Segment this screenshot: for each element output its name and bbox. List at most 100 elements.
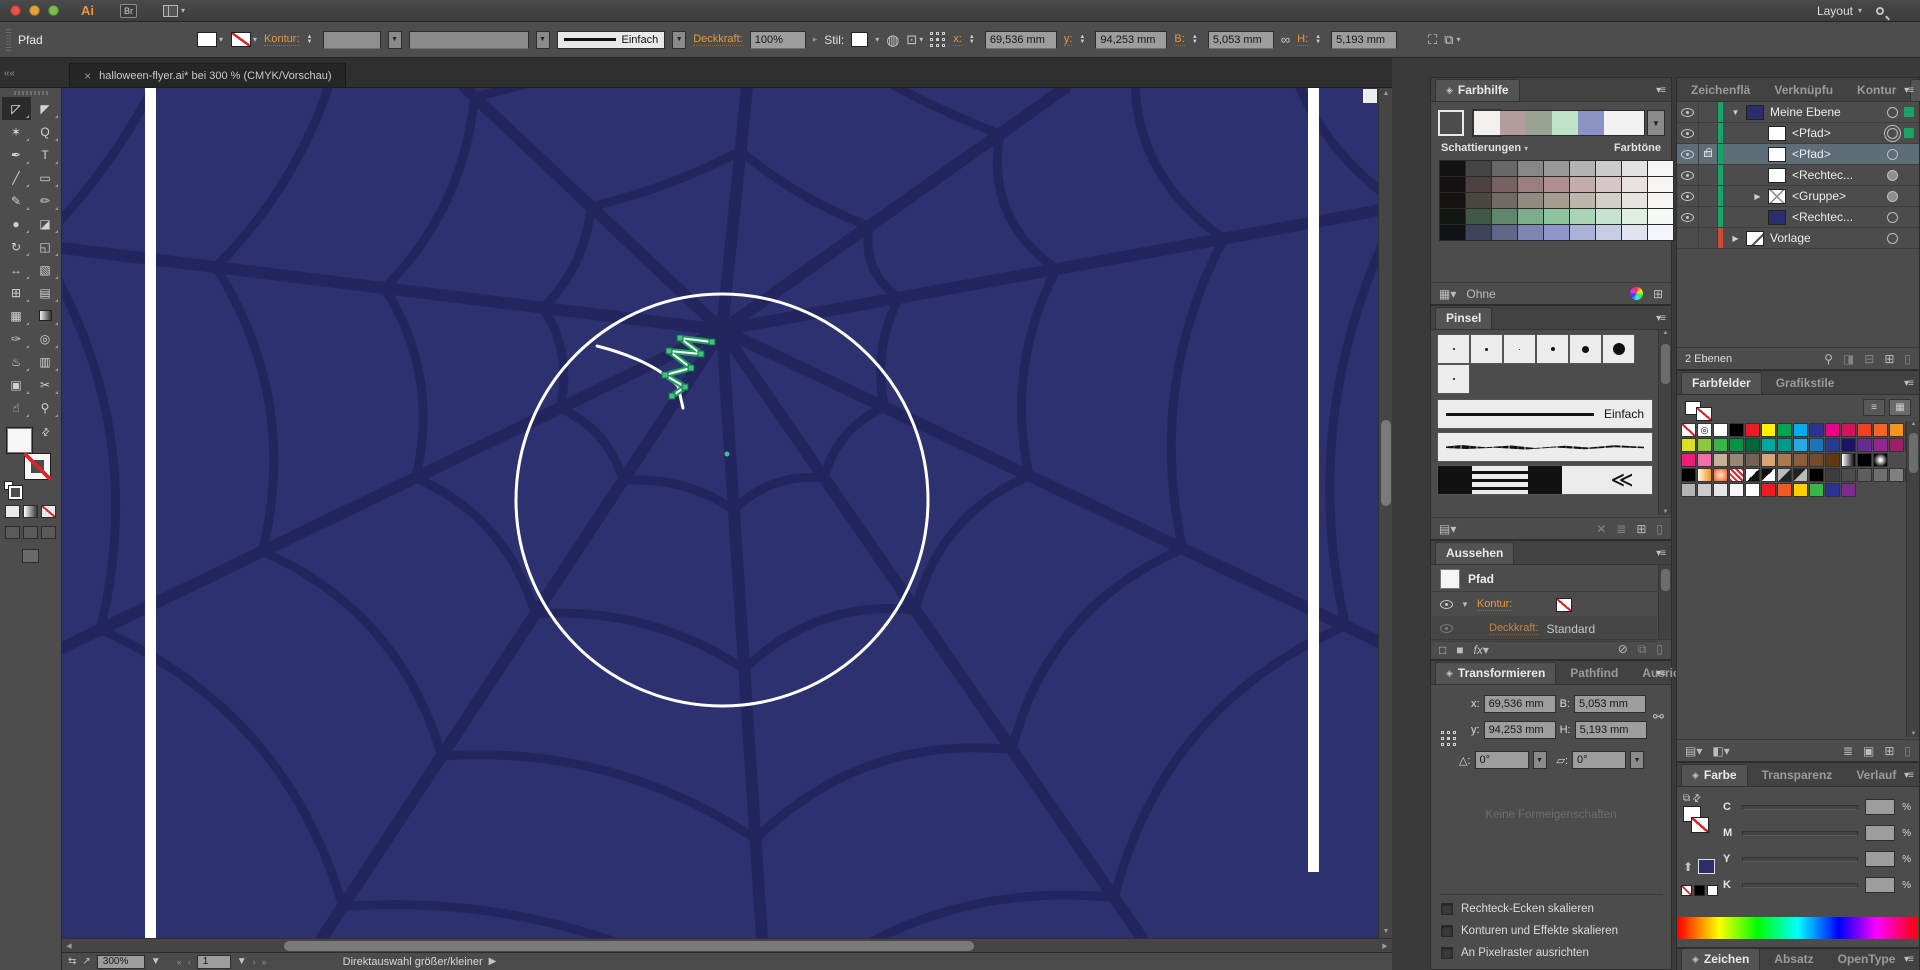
swatch[interactable] xyxy=(1681,438,1696,452)
width-profile-caret[interactable]: ▼ xyxy=(536,31,550,49)
x-field[interactable]: 69,536 mm xyxy=(985,31,1057,49)
none-mode-button[interactable] xyxy=(41,505,56,518)
swatch-libraries-icon[interactable]: ▤▾ xyxy=(1685,744,1702,758)
variation-swatch[interactable] xyxy=(1518,193,1543,208)
draw-normal-button[interactable] xyxy=(5,526,20,539)
target-icon[interactable] xyxy=(1887,149,1898,160)
swatch[interactable] xyxy=(1873,453,1888,467)
variation-swatch[interactable] xyxy=(1622,209,1647,224)
swatch[interactable] xyxy=(1729,453,1744,467)
visibility-toggle[interactable] xyxy=(1677,165,1699,185)
tab-pathfinder[interactable]: Pathfind xyxy=(1560,663,1628,684)
swatch[interactable] xyxy=(1713,453,1728,467)
layer-row[interactable]: ▶<Gruppe> xyxy=(1677,186,1919,207)
calligraphic-brush[interactable] xyxy=(1569,334,1602,364)
layer-name[interactable]: <Rechtec... xyxy=(1792,168,1887,182)
variation-swatch[interactable] xyxy=(1570,193,1595,208)
calligraphic-brush[interactable] xyxy=(1437,334,1470,364)
lock-toggle[interactable] xyxy=(1699,228,1718,248)
stroke-link[interactable]: Kontur: xyxy=(264,33,299,46)
layer-row[interactable]: <Pfad> xyxy=(1677,123,1919,144)
swatch[interactable] xyxy=(1777,438,1792,452)
variation-swatch[interactable] xyxy=(1544,209,1569,224)
swatch[interactable] xyxy=(1745,483,1760,497)
swatch[interactable] xyxy=(1713,423,1728,437)
gradient-tool[interactable] xyxy=(31,304,60,327)
make-clipping-mask-icon[interactable]: ◨ xyxy=(1843,352,1854,366)
stroke-weight-dropdown[interactable]: ▼ xyxy=(388,31,402,49)
rotate-tool[interactable]: ↻ xyxy=(2,235,31,258)
brush-libraries-icon[interactable]: ▤▾ xyxy=(1439,522,1456,536)
visibility-toggle[interactable] xyxy=(1677,144,1699,164)
current-color-swatch[interactable] xyxy=(1698,859,1715,874)
black-swatch[interactable] xyxy=(1694,885,1705,896)
limit-colors-icon[interactable]: ▦▾ xyxy=(1439,287,1456,301)
lock-toggle[interactable] xyxy=(1699,123,1718,143)
height-field[interactable]: 5,193 mm xyxy=(1331,31,1397,49)
visibility-toggle[interactable] xyxy=(1677,123,1699,143)
layer-row[interactable]: <Rechtec... xyxy=(1677,207,1919,228)
swatch[interactable] xyxy=(1745,423,1760,437)
lock-toggle[interactable] xyxy=(1699,102,1718,122)
delete-layer-icon[interactable]: ▯ xyxy=(1904,352,1911,366)
swatch[interactable] xyxy=(1825,438,1840,452)
checkbox-row[interactable]: Rechteck-Ecken skalieren xyxy=(1441,903,1594,915)
variation-swatch[interactable] xyxy=(1544,225,1569,240)
y-field[interactable]: 94,253 mm xyxy=(1095,31,1167,49)
duplicate-item-icon[interactable]: ⧉ xyxy=(1638,642,1647,657)
layer-row[interactable]: <Rechtec... xyxy=(1677,165,1919,186)
visibility-eye-icon[interactable] xyxy=(1440,624,1453,633)
new-brush-icon[interactable]: ⊞ xyxy=(1636,522,1646,536)
variation-swatch[interactable] xyxy=(1492,225,1517,240)
brush-options-icon[interactable]: ≣ xyxy=(1616,522,1626,536)
artboard-number-field[interactable]: 1 xyxy=(197,955,231,969)
variation-swatch[interactable] xyxy=(1466,177,1491,192)
harmony-color[interactable] xyxy=(1500,111,1526,135)
brush-charcoal[interactable] xyxy=(1437,432,1653,462)
width-profile-dropdown[interactable] xyxy=(409,31,529,49)
column-graph-tool[interactable]: ▥ xyxy=(31,350,60,373)
swatch[interactable] xyxy=(1713,438,1728,452)
swatch[interactable] xyxy=(1889,438,1904,452)
opacity-caret[interactable]: ▸ xyxy=(813,34,818,45)
zoom-tool[interactable]: ⚲ xyxy=(31,396,60,419)
selection-tool[interactable]: ◤ xyxy=(31,97,60,120)
window-zoom-button[interactable] xyxy=(48,5,59,16)
layer-name[interactable]: Meine Ebene xyxy=(1770,105,1887,119)
horizontal-scrollbar[interactable]: ◀ ▶ xyxy=(62,938,1392,952)
rectangle-tool[interactable]: ▭ xyxy=(31,166,60,189)
calligraphic-brush[interactable] xyxy=(1536,334,1569,364)
stroke-swatch[interactable] xyxy=(231,32,251,47)
swatch-options-icon[interactable]: ≣ xyxy=(1843,744,1853,758)
channel-value-field[interactable] xyxy=(1865,877,1895,893)
variation-swatch[interactable] xyxy=(1518,225,1543,240)
tab-grafikstile[interactable]: Grafikstile xyxy=(1766,373,1845,394)
swatch[interactable] xyxy=(1809,453,1824,467)
bridge-button[interactable]: Br xyxy=(120,4,137,18)
channel-slider[interactable] xyxy=(1742,805,1858,810)
variation-swatch[interactable] xyxy=(1466,193,1491,208)
target-icon[interactable] xyxy=(1887,170,1898,181)
swatch[interactable] xyxy=(1777,468,1792,482)
panel-menu-icon[interactable]: ▾≡ xyxy=(1904,770,1913,781)
panel-menu-icon[interactable]: ▾≡ xyxy=(1656,668,1665,679)
canvas-rotation-icon[interactable]: ⇆ xyxy=(68,956,76,967)
stroke-link[interactable]: Kontur: xyxy=(1477,598,1512,611)
swatch[interactable] xyxy=(1873,438,1888,452)
workspace-switcher[interactable]: Layout ▾ xyxy=(1817,4,1862,18)
swatch[interactable] xyxy=(1681,483,1696,497)
swatch[interactable] xyxy=(1841,468,1856,482)
visibility-toggle[interactable] xyxy=(1677,228,1699,248)
swatch[interactable] xyxy=(1729,438,1744,452)
swatch[interactable] xyxy=(1857,453,1872,467)
variation-swatch[interactable] xyxy=(1648,209,1673,224)
layer-row[interactable]: ▶Vorlage xyxy=(1677,228,1919,249)
swatch[interactable] xyxy=(1745,438,1760,452)
color-variation-grid[interactable] xyxy=(1439,160,1674,241)
tab-absatz[interactable]: Absatz xyxy=(1764,949,1823,970)
swatch[interactable] xyxy=(1809,423,1824,437)
opacity-link[interactable]: Deckkraft: xyxy=(693,33,743,46)
variation-swatch[interactable] xyxy=(1596,225,1621,240)
window-minimize-button[interactable] xyxy=(29,5,40,16)
panel-menu-icon[interactable]: ▾≡ xyxy=(1904,378,1913,389)
